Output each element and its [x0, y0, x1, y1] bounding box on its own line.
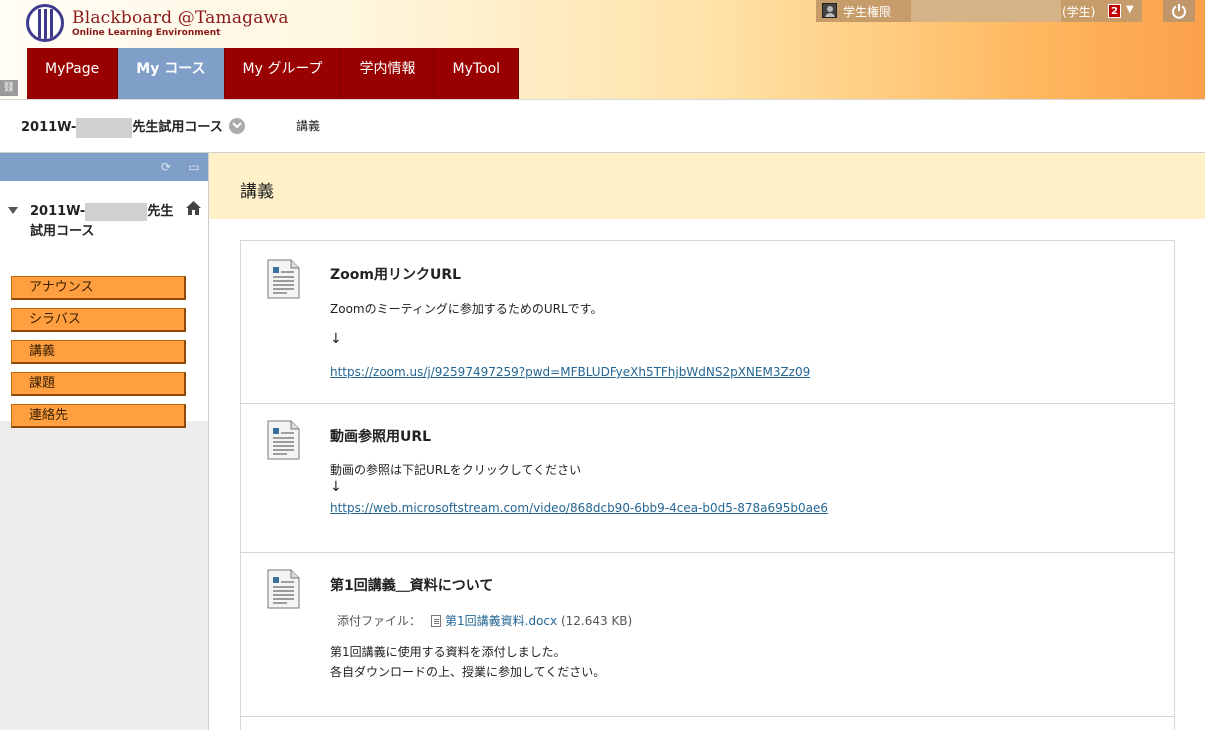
item-description: 第1回講義に使用する資料を添付しました。: [330, 645, 566, 659]
file-icon: [431, 615, 442, 627]
course-id-prefix: 2011W-: [30, 204, 86, 219]
item-title[interactable]: 第1回講義＿資料について: [330, 575, 493, 595]
course-id-prefix: 2011W-: [21, 120, 77, 135]
home-icon[interactable]: [186, 201, 201, 215]
user-menu[interactable]: 学生権限 (学生) 2 ▼: [816, 0, 1142, 22]
attachment-size: (12.643 KB): [560, 614, 633, 628]
sidebar-course-title[interactable]: 2011W- 先生試用コース: [30, 202, 180, 242]
logo-title: Blackboard @Tamagawa: [72, 8, 289, 28]
logo-emblem-icon: [26, 4, 64, 42]
user-role: (学生): [1062, 5, 1096, 19]
content-list: Zoom用リンクURL Zoomのミーティングに参加するためのURLです。 ↓ …: [240, 240, 1175, 730]
document-icon: [267, 259, 300, 299]
redacted-name: [76, 117, 133, 138]
down-arrow: ↓: [330, 331, 342, 347]
course-name-suffix: 先生試用コース: [132, 120, 223, 135]
logout-button[interactable]: [1163, 0, 1195, 22]
sidebar-toolbar: ⟳ ▭: [0, 153, 208, 181]
tab-mypage[interactable]: MyPage: [27, 48, 119, 99]
sidebar-item-announcements[interactable]: アナウンス: [11, 276, 186, 300]
sidebar-item-syllabus[interactable]: シラバス: [11, 308, 186, 332]
stream-link[interactable]: https://web.microsoftstream.com/video/86…: [330, 501, 828, 515]
attachment-row: 添付ファイル： 第1回講義資料.docx (12.643 KB): [337, 612, 632, 629]
sidebar-item-lectures[interactable]: 講義: [11, 340, 186, 364]
content-header: 講義: [209, 153, 1205, 219]
logo-subtitle: Online Learning Environment: [72, 28, 221, 38]
sidebar-item-contacts[interactable]: 連絡先: [11, 404, 186, 428]
tab-campus-info[interactable]: 学内情報: [341, 48, 435, 99]
tab-mytool[interactable]: MyTool: [434, 48, 520, 99]
down-arrow: ↓: [330, 479, 342, 495]
tab-my-groups[interactable]: My グループ: [224, 48, 342, 99]
document-icon: [267, 569, 300, 609]
item-title[interactable]: 動画参照用URL: [330, 426, 431, 446]
breadcrumb: 2011W- 先生試用コース 講義: [0, 100, 1205, 153]
caret-down-icon[interactable]: ▼: [1126, 4, 1134, 15]
avatar: [822, 3, 837, 18]
sidebar-panel: 2011W- 先生試用コース アナウンス シラバス 講義 課題 連絡先: [0, 181, 208, 428]
blackboard-logo[interactable]: Blackboard @Tamagawa Online Learning Env…: [26, 4, 289, 44]
document-icon: [267, 420, 300, 460]
item-description: 動画の参照は下記URLをクリックしてください: [330, 463, 582, 477]
folder-icon[interactable]: ▭: [187, 160, 201, 174]
attachment-label: 添付ファイル：: [337, 614, 422, 628]
collapse-triangle-icon[interactable]: [8, 207, 18, 214]
item-description: Zoomのミーティングに参加するためのURLです。: [330, 302, 603, 316]
top-header: Blackboard @Tamagawa Online Learning Env…: [0, 0, 1205, 100]
breadcrumb-current-page: 講義: [296, 119, 321, 133]
zoom-link[interactable]: https://zoom.us/j/92597497259?pwd=MFBLUD…: [330, 365, 810, 379]
main-tabs: MyPage My コース My グループ 学内情報 MyTool: [27, 48, 520, 99]
list-item: 動画参照用URL 動画の参照は下記URLをクリックしてください ↓ https:…: [241, 404, 1174, 553]
page-title: 講義: [240, 182, 274, 202]
list-item: Zoom用リンクURL Zoomのミーティングに参加するためのURLです。 ↓ …: [241, 241, 1174, 404]
list-item: 第1回講義＿資料について 添付ファイル： 第1回講義資料.docx (12.643…: [241, 553, 1174, 717]
redacted-name: [85, 202, 148, 221]
course-menu-sidebar: ⟳ ▭ 2011W- 先生試用コース アナウンス シラバス 講義 課題 連絡先: [0, 153, 209, 730]
user-name: 学生権限: [843, 5, 892, 19]
power-icon: [1172, 4, 1186, 19]
breadcrumb-course[interactable]: 2011W- 先生試用コース: [21, 116, 223, 138]
redacted-name: [911, 0, 1061, 22]
tab-my-courses[interactable]: My コース: [118, 48, 225, 99]
refresh-icon[interactable]: ⟳: [159, 160, 173, 174]
attachment-link[interactable]: 第1回講義資料.docx: [445, 614, 557, 628]
course-menu: アナウンス シラバス 講義 課題 連絡先: [11, 276, 186, 436]
link-icon[interactable]: ⛓: [0, 80, 18, 96]
chevron-down-icon[interactable]: [229, 118, 245, 134]
item-title[interactable]: Zoom用リンクURL: [330, 264, 461, 284]
item-description: 各自ダウンロードの上、授業に参加してください。: [330, 665, 606, 679]
notification-badge[interactable]: 2: [1108, 4, 1121, 18]
sidebar-item-assignments[interactable]: 課題: [11, 372, 186, 396]
